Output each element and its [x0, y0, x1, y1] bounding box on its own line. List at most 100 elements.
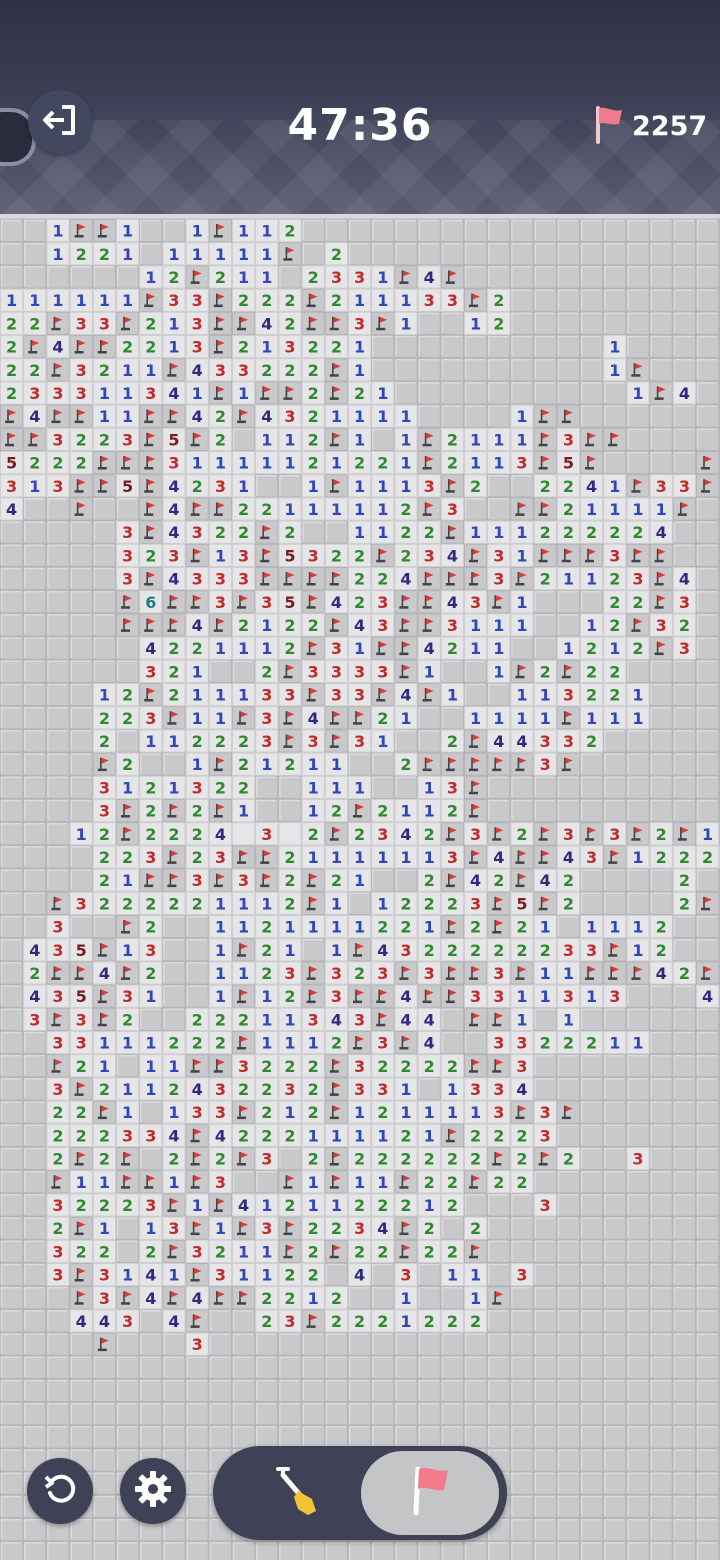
- tile-flagged[interactable]: [139, 451, 163, 475]
- tile-open[interactable]: 3: [626, 1147, 650, 1171]
- tile-closed[interactable]: [487, 1263, 511, 1287]
- tile-closed[interactable]: [0, 1077, 24, 1101]
- tile-open[interactable]: 4: [580, 474, 604, 498]
- tile-closed[interactable]: [440, 404, 464, 428]
- tile-closed[interactable]: [487, 358, 511, 382]
- tile-open[interactable]: 3: [0, 474, 24, 498]
- tile-closed[interactable]: [23, 845, 47, 869]
- tile-closed[interactable]: [0, 1309, 24, 1333]
- tile-closed[interactable]: [69, 659, 93, 683]
- tile-open[interactable]: 1: [139, 1216, 163, 1240]
- tile-closed[interactable]: [301, 1355, 325, 1380]
- tile-open[interactable]: 3: [208, 358, 233, 382]
- tile-flagged[interactable]: [69, 1286, 93, 1310]
- tile-open[interactable]: 4: [92, 961, 117, 985]
- tile-open[interactable]: 2: [394, 497, 418, 521]
- tile-open[interactable]: 1: [487, 706, 511, 730]
- tile-open[interactable]: 1: [162, 775, 186, 799]
- tile-closed[interactable]: [649, 1193, 673, 1217]
- tile-open[interactable]: 2: [371, 915, 395, 939]
- tile-closed[interactable]: [603, 311, 627, 336]
- tile-open[interactable]: 2: [139, 822, 163, 846]
- tile-open[interactable]: 2: [348, 961, 372, 985]
- tile-flagged[interactable]: [162, 590, 186, 614]
- tile-open[interactable]: 2: [417, 1054, 441, 1078]
- tile-flagged[interactable]: [533, 845, 557, 869]
- tile-open[interactable]: 3: [417, 474, 441, 498]
- tile-open[interactable]: 2: [255, 938, 279, 962]
- tile-flagged[interactable]: [139, 613, 163, 637]
- tile-closed[interactable]: [649, 1031, 673, 1055]
- tile-closed[interactable]: [92, 636, 117, 660]
- tile-closed[interactable]: [464, 265, 488, 289]
- tile-open[interactable]: 2: [162, 1147, 186, 1171]
- tile-closed[interactable]: [23, 242, 47, 266]
- tile-closed[interactable]: [23, 1123, 47, 1147]
- tile-flagged[interactable]: [533, 427, 557, 452]
- tile-open[interactable]: 3: [533, 1123, 557, 1147]
- tile-closed[interactable]: [649, 1263, 673, 1287]
- tile-closed[interactable]: [626, 1471, 650, 1496]
- tile-open[interactable]: 2: [556, 497, 580, 521]
- tile-closed[interactable]: [417, 729, 441, 753]
- tile-closed[interactable]: [232, 1332, 256, 1356]
- tile-open[interactable]: 1: [255, 427, 279, 452]
- tile-closed[interactable]: [510, 1402, 534, 1426]
- tile-open[interactable]: 1: [232, 474, 256, 498]
- tile-open[interactable]: 1: [440, 1100, 464, 1124]
- tile-closed[interactable]: [626, 219, 650, 243]
- tile-closed[interactable]: [92, 1495, 117, 1519]
- tile-closed[interactable]: [139, 1402, 163, 1426]
- tile-flagged[interactable]: [208, 497, 233, 521]
- tile-closed[interactable]: [440, 1007, 464, 1031]
- tile-closed[interactable]: [696, 288, 720, 312]
- tile-closed[interactable]: [440, 1379, 464, 1403]
- tile-open[interactable]: 3: [208, 845, 233, 869]
- tile-open[interactable]: 4: [348, 613, 372, 637]
- tile-closed[interactable]: [348, 1286, 372, 1310]
- tile-open[interactable]: 3: [533, 729, 557, 753]
- tile-open[interactable]: 2: [348, 567, 372, 591]
- tile-closed[interactable]: [464, 1402, 488, 1426]
- tile-open[interactable]: 3: [417, 961, 441, 985]
- tile-closed[interactable]: [649, 1332, 673, 1356]
- tile-flagged[interactable]: [510, 868, 534, 892]
- tile-flagged[interactable]: [533, 1147, 557, 1171]
- tile-closed[interactable]: [626, 1448, 650, 1472]
- tile-open[interactable]: 3: [603, 984, 627, 1008]
- tile-flagged[interactable]: [394, 659, 418, 683]
- tile-closed[interactable]: [162, 938, 186, 962]
- tile-open[interactable]: 1: [232, 381, 256, 405]
- tile-open[interactable]: 1: [417, 1193, 441, 1217]
- tile-closed[interactable]: [533, 1239, 557, 1263]
- tile-open[interactable]: 3: [116, 567, 140, 591]
- tile-closed[interactable]: [487, 1355, 511, 1380]
- tile-closed[interactable]: [487, 799, 511, 823]
- tile-open[interactable]: 3: [371, 1077, 395, 1101]
- tile-closed[interactable]: [556, 265, 580, 289]
- tile-open[interactable]: 1: [371, 497, 395, 521]
- tile-closed[interactable]: [649, 729, 673, 753]
- tile-closed[interactable]: [23, 567, 47, 591]
- tile-closed[interactable]: [696, 1286, 720, 1310]
- tile-closed[interactable]: [626, 1263, 650, 1287]
- tile-closed[interactable]: [696, 1123, 720, 1147]
- tile-flagged[interactable]: [417, 427, 441, 452]
- tile-flagged[interactable]: [487, 752, 511, 776]
- tile-open[interactable]: 4: [23, 984, 47, 1008]
- tile-open[interactable]: 4: [649, 961, 673, 985]
- tile-open[interactable]: 2: [394, 752, 418, 776]
- tile-open[interactable]: 2: [417, 891, 441, 915]
- tile-open[interactable]: 2: [301, 1054, 325, 1078]
- tile-flagged[interactable]: [278, 567, 302, 591]
- tile-open[interactable]: 2: [92, 891, 117, 915]
- tile-open[interactable]: 4: [301, 706, 325, 730]
- tile-flagged[interactable]: [278, 1216, 302, 1240]
- tile-open[interactable]: 2: [348, 543, 372, 567]
- tile-closed[interactable]: [649, 242, 673, 266]
- tile-closed[interactable]: [580, 1170, 604, 1194]
- tile-closed[interactable]: [649, 288, 673, 312]
- tile-open[interactable]: 1: [417, 659, 441, 683]
- tile-open[interactable]: 2: [440, 891, 464, 915]
- tile-flagged[interactable]: [394, 1216, 418, 1240]
